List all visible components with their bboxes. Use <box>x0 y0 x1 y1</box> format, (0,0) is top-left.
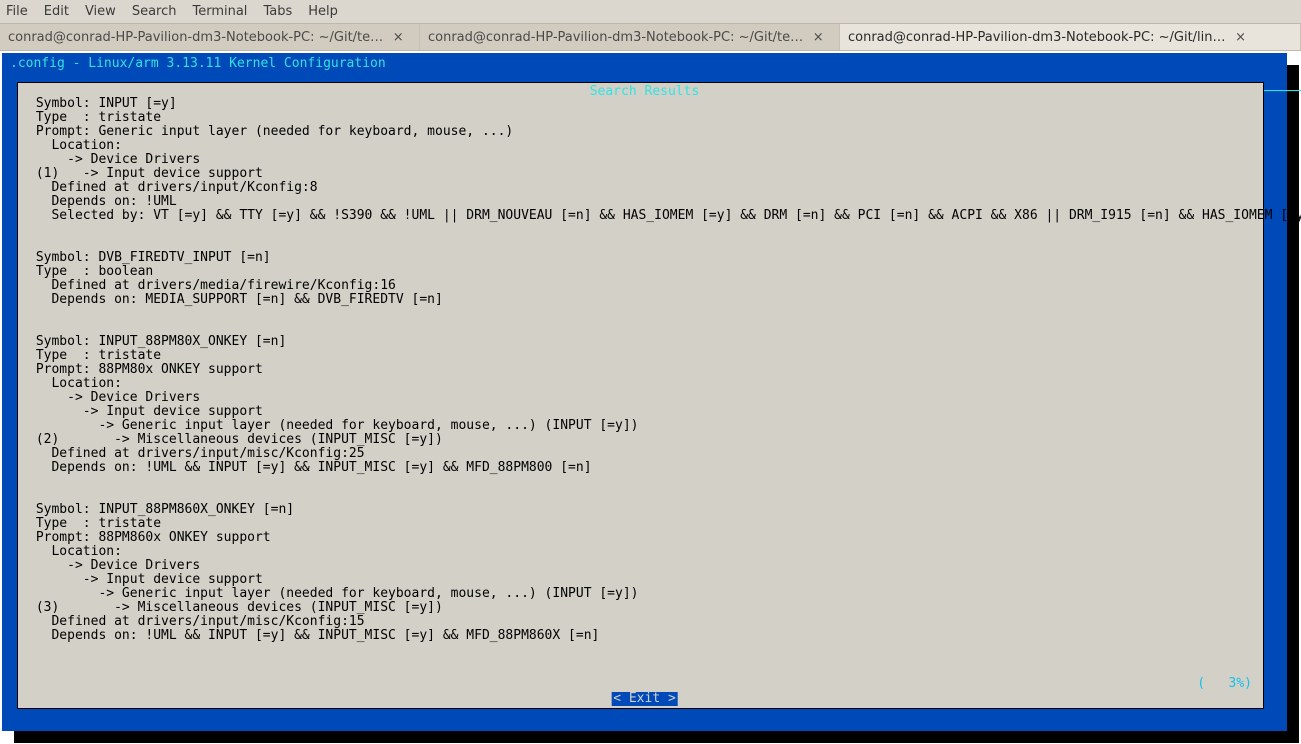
close-icon[interactable]: × <box>1234 30 1248 44</box>
close-icon[interactable]: × <box>391 30 405 44</box>
close-icon[interactable]: × <box>811 30 825 44</box>
menu-help[interactable]: Help <box>308 4 338 19</box>
scroll-percent: ( 3%) <box>1197 677 1252 691</box>
tabbar: conrad@conrad-HP-Pavilion-dm3-Notebook-P… <box>0 24 1301 51</box>
terminal-tab-1[interactable]: conrad@conrad-HP-Pavilion-dm3-Notebook-P… <box>420 24 840 50</box>
terminal-area: .config - Linux/arm 3.13.11 Kernel Confi… <box>0 51 1301 744</box>
terminal-tab-2[interactable]: conrad@conrad-HP-Pavilion-dm3-Notebook-P… <box>840 24 1301 50</box>
terminal-tab-0[interactable]: conrad@conrad-HP-Pavilion-dm3-Notebook-P… <box>0 24 420 50</box>
menu-search[interactable]: Search <box>132 4 177 19</box>
menu-terminal[interactable]: Terminal <box>192 4 247 19</box>
menu-file[interactable]: File <box>6 4 28 19</box>
menu-view[interactable]: View <box>85 4 116 19</box>
terminal[interactable]: .config - Linux/arm 3.13.11 Kernel Confi… <box>0 51 1301 744</box>
exit-button[interactable]: < Exit > <box>611 692 678 706</box>
tab-label: conrad@conrad-HP-Pavilion-dm3-Notebook-P… <box>848 30 1226 45</box>
tab-label: conrad@conrad-HP-Pavilion-dm3-Notebook-P… <box>8 30 383 45</box>
results-content: Symbol: INPUT [=y] Type : tristate Promp… <box>28 97 1301 643</box>
menu-edit[interactable]: Edit <box>44 4 69 19</box>
menu-tabs[interactable]: Tabs <box>263 4 292 19</box>
kconfig-dialog: .config - Linux/arm 3.13.11 Kernel Confi… <box>2 53 1287 731</box>
kconfig-title: .config - Linux/arm 3.13.11 Kernel Confi… <box>10 57 386 71</box>
menubar: File Edit View Search Terminal Tabs Help <box>0 0 1301 24</box>
tab-label: conrad@conrad-HP-Pavilion-dm3-Notebook-P… <box>428 30 803 45</box>
